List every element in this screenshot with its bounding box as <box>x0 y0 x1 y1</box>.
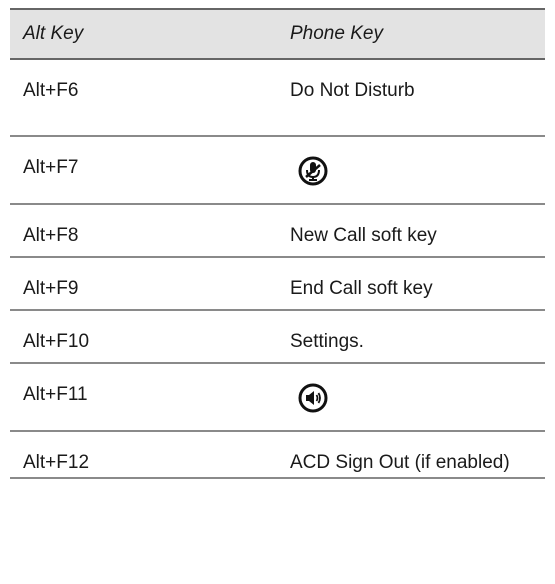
alt-key-cell: Alt+F9 <box>23 278 79 299</box>
table-row: Alt+F6 Do Not Disturb <box>10 59 545 136</box>
phone-key-cell: Do Not Disturb <box>290 80 415 101</box>
speakerphone-icon <box>298 383 328 413</box>
header-alt-key: Alt Key <box>23 23 84 44</box>
phone-key-cell: ACD Sign Out (if enabled) <box>290 452 510 473</box>
table-row: Alt+F10 Settings. <box>10 310 545 363</box>
alt-key-cell: Alt+F10 <box>23 331 90 352</box>
alt-key-cell: Alt+F8 <box>23 225 79 246</box>
phone-key-cell <box>277 363 545 431</box>
phone-key-cell: Settings. <box>290 331 364 352</box>
table-row: Alt+F7 <box>10 136 545 204</box>
alt-key-mapping-table: Alt Key Phone Key Alt+F6 Do Not Disturb … <box>10 8 545 479</box>
table-row: Alt+F8 New Call soft key <box>10 204 545 257</box>
alt-key-cell: Alt+F7 <box>23 157 79 178</box>
table-row: Alt+F9 End Call soft key <box>10 257 545 310</box>
table-row: Alt+F12 ACD Sign Out (if enabled) <box>10 431 545 478</box>
table-header-row: Alt Key Phone Key <box>10 9 545 59</box>
alt-key-cell: Alt+F11 <box>23 384 88 405</box>
header-phone-key: Phone Key <box>290 23 383 44</box>
alt-key-cell: Alt+F12 <box>23 452 90 473</box>
phone-key-cell <box>277 136 545 204</box>
alt-key-cell: Alt+F6 <box>23 80 79 101</box>
phone-key-cell: New Call soft key <box>290 225 437 246</box>
phone-key-cell: End Call soft key <box>290 278 433 299</box>
table-row: Alt+F11 <box>10 363 545 431</box>
mute-microphone-icon <box>298 156 328 186</box>
